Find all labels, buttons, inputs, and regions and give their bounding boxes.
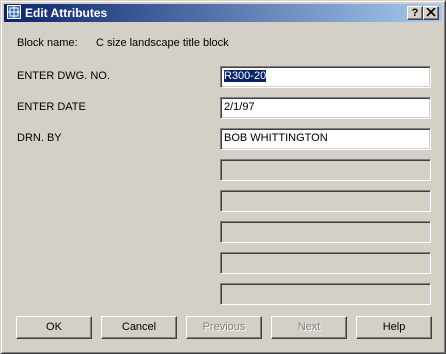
cancel-button[interactable]: Cancel — [101, 316, 177, 339]
block-name-value: C size landscape title block — [96, 37, 229, 49]
previous-button[interactable]: Previous — [186, 316, 262, 339]
empty-attribute-field — [220, 252, 431, 274]
ok-button[interactable]: OK — [16, 316, 92, 339]
empty-attribute-field — [220, 159, 431, 181]
help-icon-button[interactable]: ? — [407, 6, 423, 20]
title-bar[interactable]: Edit Attributes ? — [4, 4, 442, 22]
empty-attribute-field — [220, 283, 431, 305]
block-name-label: Block name: — [17, 37, 78, 49]
empty-attribute-field — [220, 190, 431, 212]
empty-attribute-field — [220, 221, 431, 243]
drawn-by-label: DRN. BY — [17, 132, 62, 144]
close-icon — [426, 7, 436, 17]
date-label: ENTER DATE — [17, 101, 86, 113]
date-input[interactable]: 2/1/97 — [220, 97, 431, 119]
close-icon-button[interactable] — [423, 6, 439, 20]
dwg-no-label: ENTER DWG. NO. — [17, 70, 110, 82]
dwg-no-value: R300-20 — [224, 70, 267, 82]
app-icon — [7, 5, 21, 19]
dwg-no-input[interactable]: R300-20 — [220, 66, 431, 88]
edit-attributes-dialog: Edit Attributes ? Block name: C size lan… — [0, 0, 446, 354]
drawn-by-input[interactable]: BOB WHITTINGTON — [220, 128, 431, 150]
help-button[interactable]: Help — [356, 316, 432, 339]
window-title: Edit Attributes — [25, 6, 108, 20]
next-button[interactable]: Next — [271, 316, 347, 339]
